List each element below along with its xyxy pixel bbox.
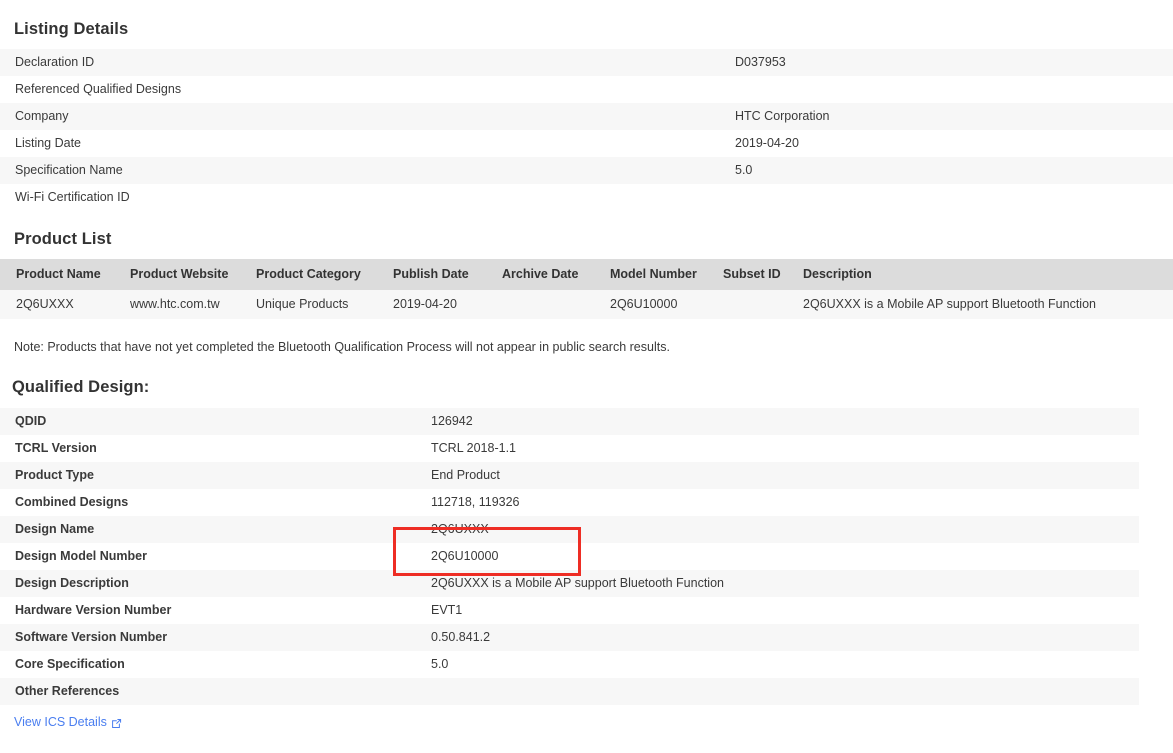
- product-list-header: Product Name Product Website Product Cat…: [0, 259, 1173, 290]
- column-header-description[interactable]: Description: [803, 259, 1173, 290]
- table-row: Hardware Version Number EVT1: [0, 597, 1139, 624]
- row-label: Company: [0, 103, 725, 130]
- product-list-note: Note: Products that have not yet complet…: [14, 340, 1173, 354]
- row-value: [725, 184, 1173, 211]
- row-label: Core Specification: [0, 651, 415, 678]
- product-list-body: 2Q6UXXX www.htc.com.tw Unique Products 2…: [0, 290, 1173, 319]
- table-row: Software Version Number 0.50.841.2: [0, 624, 1139, 651]
- qualified-design-heading-wrap: Qualified Design:: [0, 354, 1173, 397]
- row-label: Declaration ID: [0, 49, 725, 76]
- table-row: QDID 126942: [0, 408, 1139, 435]
- table-row: Company HTC Corporation: [0, 103, 1173, 130]
- table-row-design-name: Design Name 2Q6UXXX: [0, 516, 1139, 543]
- row-value: EVT1: [415, 597, 1139, 624]
- table-row: 2Q6UXXX www.htc.com.tw Unique Products 2…: [0, 290, 1173, 319]
- cell-publish-date: 2019-04-20: [393, 290, 502, 319]
- row-value: 2Q6U10000: [415, 543, 1139, 570]
- row-value: End Product: [415, 462, 1139, 489]
- table-row: Product Type End Product: [0, 462, 1139, 489]
- product-list-table: Product Name Product Website Product Cat…: [0, 259, 1173, 319]
- listing-details-title: Listing Details: [14, 20, 1173, 39]
- cell-subset-id: [723, 290, 803, 319]
- table-row-design-model-number: Design Model Number 2Q6U10000: [0, 543, 1139, 570]
- row-label: Software Version Number: [0, 624, 415, 651]
- cell-description: 2Q6UXXX is a Mobile AP support Bluetooth…: [803, 290, 1173, 319]
- row-label: QDID: [0, 408, 415, 435]
- row-value: HTC Corporation: [725, 103, 1173, 130]
- row-label: Specification Name: [0, 157, 725, 184]
- listing-details-heading-wrap: Listing Details: [0, 0, 1173, 39]
- row-label: Product Type: [0, 462, 415, 489]
- column-header-product-name[interactable]: Product Name: [0, 259, 130, 290]
- row-value: 112718, 119326: [415, 489, 1139, 516]
- row-label: Listing Date: [0, 130, 725, 157]
- product-list-note-wrap: Note: Products that have not yet complet…: [0, 319, 1173, 354]
- row-label: Wi-Fi Certification ID: [0, 184, 725, 211]
- row-label: Design Name: [0, 516, 415, 543]
- column-header-product-website[interactable]: Product Website: [130, 259, 256, 290]
- row-value: 126942: [415, 408, 1139, 435]
- cell-product-category: Unique Products: [256, 290, 393, 319]
- product-list-title: Product List: [14, 230, 1173, 249]
- cell-product-website: www.htc.com.tw: [130, 290, 256, 319]
- listing-details-body: Declaration ID D037953 Referenced Qualif…: [0, 49, 1173, 211]
- row-value: 2019-04-20: [725, 130, 1173, 157]
- row-label: Design Model Number: [0, 543, 415, 570]
- row-value: D037953: [725, 49, 1173, 76]
- table-header-row: Product Name Product Website Product Cat…: [0, 259, 1173, 290]
- row-label: TCRL Version: [0, 435, 415, 462]
- row-value: 2Q6UXXX: [415, 516, 1139, 543]
- cell-product-name: 2Q6UXXX: [0, 290, 130, 319]
- cell-archive-date: [502, 290, 610, 319]
- qualified-design-body: QDID 126942 TCRL Version TCRL 2018-1.1 P…: [0, 408, 1139, 705]
- table-row: Declaration ID D037953: [0, 49, 1173, 76]
- product-list-heading-wrap: Product List: [0, 211, 1173, 249]
- row-label: Design Description: [0, 570, 415, 597]
- listing-details-table: Declaration ID D037953 Referenced Qualif…: [0, 49, 1173, 211]
- column-header-model-number[interactable]: Model Number: [610, 259, 723, 290]
- cell-model-number: 2Q6U10000: [610, 290, 723, 319]
- row-value: [725, 76, 1173, 103]
- row-label: Referenced Qualified Designs: [0, 76, 725, 103]
- qualified-design-title: Qualified Design:: [12, 378, 1173, 397]
- row-value: 5.0: [725, 157, 1173, 184]
- column-header-product-category[interactable]: Product Category: [256, 259, 393, 290]
- ics-link-row: View ICS Details: [0, 705, 1173, 729]
- column-header-subset-id[interactable]: Subset ID: [723, 259, 803, 290]
- table-row: Core Specification 5.0: [0, 651, 1139, 678]
- row-value: 2Q6UXXX is a Mobile AP support Bluetooth…: [415, 570, 1139, 597]
- qualified-design-table: QDID 126942 TCRL Version TCRL 2018-1.1 P…: [0, 408, 1139, 705]
- row-label: Combined Designs: [0, 489, 415, 516]
- table-row: Referenced Qualified Designs: [0, 76, 1173, 103]
- table-row: Other References: [0, 678, 1139, 705]
- table-row: Listing Date 2019-04-20: [0, 130, 1173, 157]
- row-value: 5.0: [415, 651, 1139, 678]
- column-header-archive-date[interactable]: Archive Date: [502, 259, 610, 290]
- table-row: Design Description 2Q6UXXX is a Mobile A…: [0, 570, 1139, 597]
- listing-details-page: Listing Details Declaration ID D037953 R…: [0, 0, 1173, 729]
- table-row: TCRL Version TCRL 2018-1.1: [0, 435, 1139, 462]
- column-header-publish-date[interactable]: Publish Date: [393, 259, 502, 290]
- row-value: [415, 678, 1139, 705]
- table-row: Combined Designs 112718, 119326: [0, 489, 1139, 516]
- row-value: TCRL 2018-1.1: [415, 435, 1139, 462]
- table-row: Wi-Fi Certification ID: [0, 184, 1173, 211]
- external-link-icon: [111, 718, 122, 729]
- row-label: Other References: [0, 678, 415, 705]
- row-label: Hardware Version Number: [0, 597, 415, 624]
- view-ics-details-label: View ICS Details: [14, 715, 107, 729]
- view-ics-details-link[interactable]: View ICS Details: [14, 715, 122, 729]
- row-value: 0.50.841.2: [415, 624, 1139, 651]
- table-row: Specification Name 5.0: [0, 157, 1173, 184]
